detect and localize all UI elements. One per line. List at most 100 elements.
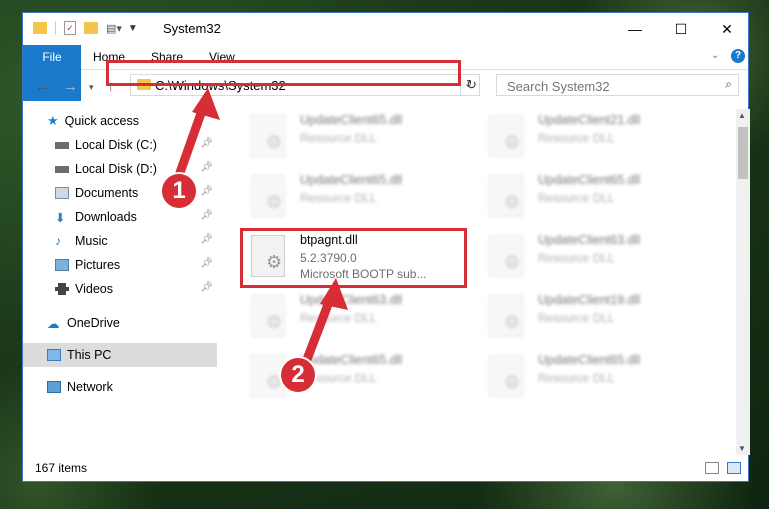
sidebar-item-label: Quick access — [64, 114, 139, 128]
file-description: Resource DLL — [538, 251, 615, 265]
list-item[interactable]: ⚙ UpdateClient65.dll Resource DLL — [243, 169, 473, 225]
status-bar: 167 items — [23, 457, 748, 481]
file-description: Resource DLL — [538, 131, 615, 145]
dll-file-icon: ⚙ — [489, 175, 523, 217]
close-button[interactable]: ✕ — [704, 13, 750, 45]
new-folder-icon[interactable] — [84, 22, 98, 34]
scroll-down-icon[interactable]: ▼ — [738, 444, 746, 453]
item-count: 167 items — [35, 461, 88, 475]
pin-icon[interactable]: 📌︎ — [200, 282, 213, 293]
scroll-up-icon[interactable]: ▲ — [738, 111, 746, 120]
file-description: Resource DLL — [300, 191, 377, 205]
folder-icon[interactable] — [33, 22, 47, 34]
cloud-icon: ☁ — [47, 316, 60, 331]
sidebar-item-this-pc[interactable]: This PC — [23, 343, 217, 367]
gear-icon: ⚙ — [504, 192, 521, 212]
downloads-icon: ⬇ — [55, 210, 66, 225]
quick-access-toolbar: ✓ ▤▾ ▼ — [33, 21, 138, 35]
list-item[interactable]: ⚙ UpdateClient63.dll Resource DLL — [481, 229, 711, 285]
search-input[interactable] — [505, 76, 709, 96]
step-2-badge: 2 — [279, 356, 317, 394]
file-name: UpdateClient65.dll — [300, 113, 403, 127]
dll-file-icon: ⚙ — [251, 295, 285, 337]
file-description: Resource DLL — [538, 371, 615, 385]
dll-file-icon: ⚙ — [489, 115, 523, 157]
list-item[interactable]: ⚙ UpdateClient65.dll Resource DLL — [481, 169, 711, 225]
vertical-scrollbar[interactable]: ▲ ▼ — [736, 109, 750, 455]
window-title: System32 — [163, 21, 221, 36]
drive-icon — [55, 165, 69, 173]
chevron-down-icon[interactable]: ▼ — [128, 23, 138, 34]
file-description: Resource DLL — [538, 311, 615, 325]
help-icon[interactable]: ? — [731, 49, 745, 63]
sidebar-item-music[interactable]: ♪ Music 📌︎ — [23, 229, 217, 253]
recent-locations-icon[interactable]: ▾ — [89, 82, 94, 93]
star-icon: ★ — [47, 113, 59, 128]
details-view-icon[interactable] — [705, 462, 719, 474]
list-item[interactable]: ⚙ UpdateClient65.dll Resource DLL — [243, 109, 473, 165]
sidebar-item-label: Music — [75, 234, 108, 248]
properties-icon[interactable]: ✓ — [64, 21, 76, 35]
search-box[interactable]: ⌕ — [496, 74, 739, 96]
list-item[interactable]: ⚙ UpdateClient63.dll Resource DLL — [243, 289, 473, 345]
step-1-badge: 1 — [160, 172, 198, 210]
pin-icon[interactable]: 📌︎ — [200, 234, 213, 245]
title-bar: ✓ ▤▾ ▼ System32 — ☐ ✕ — [23, 13, 748, 45]
network-icon — [47, 381, 61, 393]
computer-icon — [47, 349, 61, 361]
list-item[interactable]: ⚙ UpdateClient21.dll Resource DLL — [481, 109, 711, 165]
gear-icon: ⚙ — [504, 132, 521, 152]
file-name: UpdateClient65.dll — [538, 173, 641, 187]
pin-icon[interactable]: 📌︎ — [200, 210, 213, 221]
sidebar-item-videos[interactable]: Videos 📌︎ — [23, 277, 217, 301]
gear-icon: ⚙ — [504, 372, 521, 392]
gear-icon: ⚙ — [504, 252, 521, 272]
documents-icon — [55, 187, 69, 199]
dll-file-icon: ⚙ — [251, 175, 285, 217]
music-icon: ♪ — [55, 234, 62, 248]
dll-file-icon: ⚙ — [489, 235, 523, 277]
pictures-icon — [55, 259, 69, 271]
gear-icon: ⚙ — [266, 312, 283, 332]
sidebar-item-label: Downloads — [75, 210, 137, 224]
scrollbar-thumb[interactable] — [738, 127, 748, 179]
sidebar-item-label: This PC — [67, 348, 112, 362]
dll-file-icon: ⚙ — [489, 295, 523, 337]
file-name: UpdateClient21.dll — [538, 113, 641, 127]
sidebar-item-label: Local Disk (C:) — [75, 138, 157, 152]
list-item[interactable]: ⚙ UpdateClient65.dll Resource DLL — [243, 349, 473, 405]
address-highlight-box — [106, 60, 461, 86]
sidebar-item-pictures[interactable]: Pictures 📌︎ — [23, 253, 217, 277]
videos-icon — [55, 283, 69, 295]
forward-button[interactable]: → — [63, 78, 78, 95]
sidebar-item-label: Documents — [75, 186, 139, 200]
sidebar-item-label: OneDrive — [67, 316, 120, 330]
gear-icon: ⚙ — [504, 312, 521, 332]
list-item[interactable]: ⚙ UpdateClient65.dll Resource DLL — [481, 349, 711, 405]
sidebar-item-downloads[interactable]: ⬇ Downloads 📌︎ — [23, 205, 217, 229]
maximize-button[interactable]: ☐ — [658, 13, 704, 45]
search-icon: ⌕ — [725, 77, 732, 91]
dll-file-icon: ⚙ — [251, 115, 285, 157]
customize-toolbar-icon[interactable]: ▤▾ — [106, 22, 122, 35]
gear-icon: ⚙ — [266, 132, 283, 152]
pin-icon[interactable]: 📌︎ — [200, 258, 213, 269]
sidebar-item-label: Pictures — [75, 258, 121, 272]
dll-file-icon: ⚙ — [489, 355, 523, 397]
large-icons-view-icon[interactable] — [727, 462, 741, 474]
file-name: UpdateClient19.dll — [538, 293, 641, 307]
expand-ribbon-icon[interactable]: ⌄ — [711, 50, 719, 61]
sidebar-item-label: Local Disk (D:) — [75, 162, 157, 176]
file-name: UpdateClient63.dll — [538, 233, 641, 247]
list-item[interactable]: ⚙ UpdateClient19.dll Resource DLL — [481, 289, 711, 345]
sidebar-item-label: Videos — [75, 282, 113, 296]
sidebar-item-network[interactable]: Network — [23, 375, 217, 399]
refresh-button[interactable]: ↻ — [460, 74, 482, 96]
sidebar-item-onedrive[interactable]: ☁ OneDrive — [23, 311, 217, 335]
file-description: Resource DLL — [300, 131, 377, 145]
back-button[interactable]: ← — [35, 78, 50, 95]
drive-icon — [55, 141, 69, 149]
minimize-button[interactable]: — — [612, 13, 658, 45]
file-name: UpdateClient65.dll — [300, 173, 403, 187]
file-description: Resource DLL — [538, 191, 615, 205]
